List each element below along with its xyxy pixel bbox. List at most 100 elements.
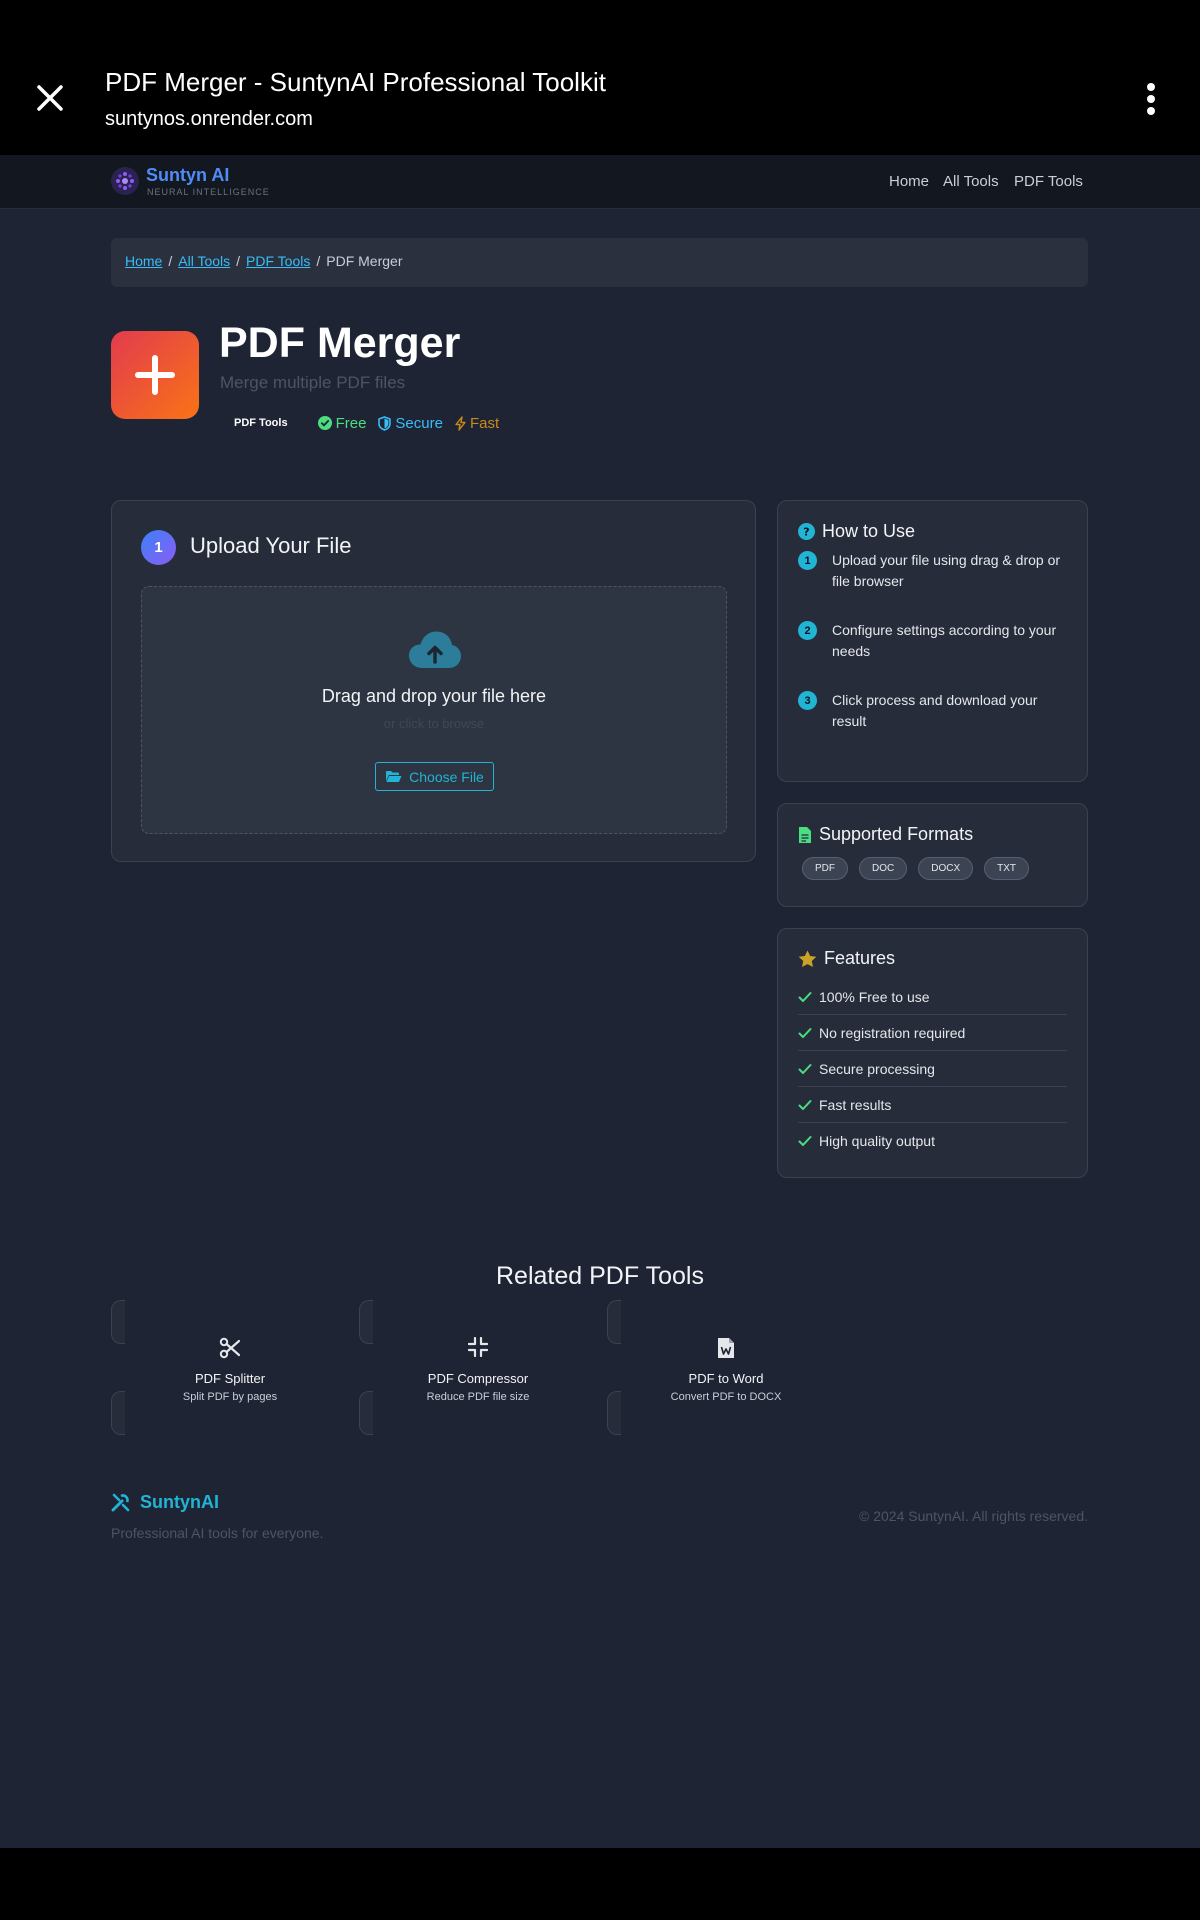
file-dropzone[interactable]: Drag and drop your file here or click to… [141,586,727,834]
scissors-icon [219,1337,241,1359]
choose-file-label: Choose File [409,768,484,785]
check-icon [798,1063,812,1074]
supported-formats-title: Supported Formats [798,824,973,845]
browser-page-title: PDF Merger - SuntynAI Professional Toolk… [105,67,606,97]
feature-item: 100% Free to use [798,979,1067,1015]
how-to-step: 1 Upload your file using drag & drop or … [798,550,1073,592]
features-card: Features 100% Free to use No registratio… [777,928,1088,1178]
how-to-use-title: ? How to Use [798,521,915,542]
dropzone-hint: or click to browse [383,716,485,731]
related-tool-pdf-compressor[interactable]: PDF Compressor Reduce PDF file size [359,1300,597,1435]
step-text: Click process and download your result [832,692,1038,729]
more-options-icon[interactable] [1138,82,1164,116]
step-number: 2 [798,621,817,640]
file-icon [799,826,811,843]
upload-title: Upload Your File [190,533,352,558]
choose-file-button[interactable]: Choose File [375,762,494,791]
check-icon [798,1099,812,1110]
how-to-use-card: ? How to Use 1 Upload your file using dr… [777,500,1088,782]
feature-text: 100% Free to use [819,988,930,1005]
close-icon[interactable] [30,78,70,118]
fast-tag-label: Fast [469,414,500,432]
features-heading: Features [824,948,896,968]
page: Suntyn AI NEURAL INTELLIGENCE Home All T… [0,155,1200,1848]
breadcrumb-all-tools[interactable]: All Tools [178,253,230,269]
how-to-step: 3 Click process and download your result [798,690,1073,732]
star-icon [798,950,817,967]
related-tool-desc: Convert PDF to DOCX [670,1391,782,1403]
breadcrumb-pdf-tools[interactable]: PDF Tools [246,253,310,269]
step-number: 3 [798,691,817,710]
cloud-upload-icon [409,631,461,668]
nav-link-pdf-tools[interactable]: PDF Tools [1014,173,1083,190]
free-tag: Free [317,414,367,432]
supported-formats-card: Supported Formats PDF DOC DOCX TXT [777,803,1088,907]
page-title: PDF Merger [219,319,461,367]
nav-link-all-tools[interactable]: All Tools [943,173,999,190]
shield-icon [378,415,392,431]
browser-top-bar: PDF Merger - SuntynAI Professional Toolk… [0,0,1200,155]
features-title: Features [798,948,895,969]
related-tool-desc: Split PDF by pages [182,1391,278,1403]
related-tool-icon [111,1337,349,1359]
related-tool-pdf-splitter[interactable]: PDF Splitter Split PDF by pages [111,1300,349,1435]
tool-tags: PDF Tools Free Secure Fast [220,414,511,432]
step-badge: 1 [141,530,176,565]
related-tool-name: PDF to Word [688,1371,764,1386]
fast-tag: Fast [455,415,499,432]
feature-item: Fast results [798,1087,1067,1123]
logo-tagline: NEURAL INTELLIGENCE [147,187,270,197]
site-navbar: Suntyn AI NEURAL INTELLIGENCE Home All T… [0,155,1200,209]
step-text: Configure settings according to your nee… [832,622,1057,659]
feature-text: High quality output [819,1133,935,1149]
feature-text: No registration required [819,1024,966,1041]
breadcrumb-separator: / [168,253,173,269]
format-chip: DOC [859,857,908,880]
format-chip: TXT [984,857,1030,880]
bolt-icon [455,415,466,431]
logo-name[interactable]: Suntyn AI [146,165,229,186]
feature-item: High quality output [798,1123,1067,1159]
check-icon [798,1027,812,1038]
related-tool-pdf-to-word[interactable]: PDF to Word Convert PDF to DOCX [607,1300,845,1435]
logo-icon[interactable] [111,167,139,195]
svg-text:?: ? [803,526,809,539]
how-to-step: 2 Configure settings according to your n… [798,620,1073,662]
footer-copyright: © 2024 SuntynAI. All rights reserved. [859,1508,1088,1524]
feature-item: Secure processing [798,1051,1067,1087]
nav-link-home[interactable]: Home [889,173,929,190]
upload-card: 1 Upload Your File Drag and drop your fi… [111,500,756,862]
check-icon [798,1136,812,1146]
breadcrumb-separator: / [236,253,241,269]
step-text: Upload your file using drag & drop or fi… [832,552,1061,589]
related-tool-name: PDF Splitter [194,1371,266,1386]
free-tag-label: Free [335,414,367,432]
footer-brand[interactable]: SuntynAI [111,1492,219,1513]
related-tools-title: Related PDF Tools [496,1262,704,1290]
browser-url[interactable]: suntynos.onrender.com [105,108,313,131]
breadcrumb: Home / All Tools / PDF Tools / PDF Merger [111,238,1088,287]
format-list: PDF DOC DOCX TXT [802,857,1040,880]
check-icon [798,991,812,1002]
related-tool-desc: Reduce PDF file size [426,1391,530,1403]
related-tool-icon [359,1337,597,1357]
tools-icon [111,1493,130,1512]
question-circle-icon: ? [798,523,815,540]
dropzone-title: Drag and drop your file here [321,686,547,706]
footer-tagline: Professional AI tools for everyone. [111,1525,324,1541]
related-tool-icon [607,1337,845,1359]
feature-item: No registration required [798,1015,1067,1051]
plus-icon [135,355,175,395]
compress-icon [468,1337,488,1357]
step-number: 1 [798,551,817,570]
how-to-use-heading: How to Use [822,521,916,541]
breadcrumb-current: PDF Merger [326,253,403,269]
format-chip: PDF [802,857,848,880]
check-circle-icon [317,416,332,430]
feature-text: Secure processing [819,1060,935,1077]
footer-brand-name: SuntynAI [140,1492,219,1512]
format-chip: DOCX [918,857,974,880]
folder-open-icon [386,771,402,782]
word-file-icon [718,1338,734,1358]
breadcrumb-home[interactable]: Home [125,253,162,269]
